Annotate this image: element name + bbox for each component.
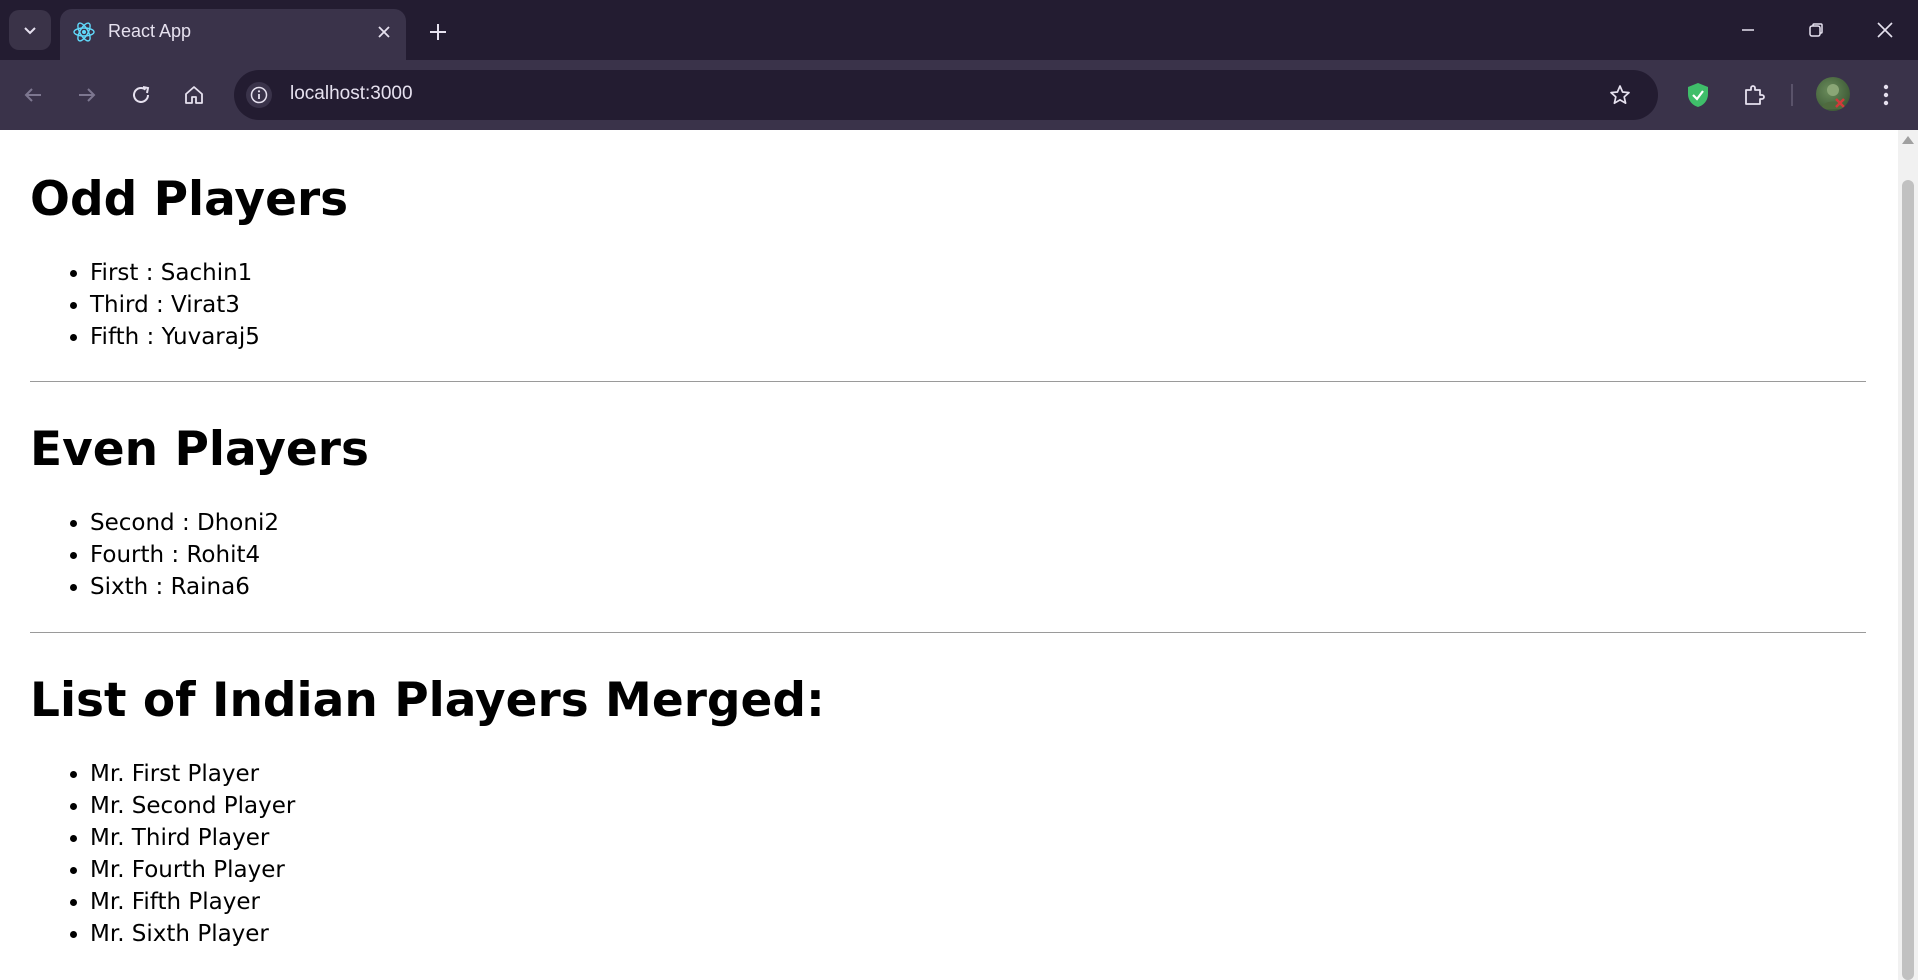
list-item: Sixth : Raina6 (90, 571, 1866, 603)
list-item: Mr. Second Player (90, 790, 1866, 822)
list-item: Second : Dhoni2 (90, 507, 1866, 539)
list-item: Mr. Sixth Player (90, 918, 1866, 950)
odd-players-list: First : Sachin1 Third : Virat3 Fifth : Y… (30, 257, 1866, 353)
address-bar[interactable]: localhost:3000 (234, 70, 1658, 120)
restore-button[interactable] (1796, 14, 1836, 46)
close-icon (378, 26, 390, 38)
even-players-list: Second : Dhoni2 Fourth : Rohit4 Sixth : … (30, 507, 1866, 603)
list-item: Mr. Third Player (90, 822, 1866, 854)
info-icon (250, 86, 268, 104)
home-button[interactable] (176, 77, 212, 113)
chevron-down-icon (24, 27, 36, 35)
avatar-image (1821, 84, 1845, 109)
restore-icon (1809, 23, 1823, 37)
profile-avatar[interactable] (1816, 77, 1850, 111)
toolbar-divider (1791, 84, 1793, 106)
section-divider (30, 381, 1866, 382)
list-item: Fifth : Yuvaraj5 (90, 321, 1866, 353)
scrollbar-thumb[interactable] (1902, 180, 1914, 980)
list-item: First : Sachin1 (90, 257, 1866, 289)
merged-players-section: List of Indian Players Merged: Mr. First… (30, 673, 1866, 950)
bookmark-button[interactable] (1606, 81, 1634, 109)
browser-menu-button[interactable] (1868, 77, 1904, 113)
tab-bar: React App (0, 0, 1918, 60)
list-item: Third : Virat3 (90, 289, 1866, 321)
extensions-button[interactable] (1736, 77, 1772, 113)
odd-players-heading: Odd Players (30, 172, 349, 227)
new-tab-button[interactable] (424, 18, 452, 46)
scroll-up-arrow-icon[interactable] (1902, 136, 1914, 144)
tab-title: React App (108, 21, 192, 41)
minimize-button[interactable] (1728, 14, 1768, 46)
vertical-scrollbar[interactable] (1898, 130, 1918, 980)
kebab-menu-icon (1883, 84, 1889, 106)
reload-icon (133, 86, 150, 103)
list-item: Mr. Fourth Player (90, 854, 1866, 886)
reload-button[interactable] (123, 77, 159, 113)
page-viewport: Odd Players First : Sachin1 Third : Vira… (0, 130, 1898, 980)
merged-players-heading: List of Indian Players Merged: (30, 673, 825, 728)
browser-toolbar: localhost:3000 (0, 60, 1918, 130)
even-players-section: Even Players Second : Dhoni2 Fourth : Ro… (30, 422, 1866, 603)
puzzle-icon (1745, 85, 1765, 105)
shield-extension-button[interactable] (1680, 77, 1716, 113)
forward-button[interactable] (69, 77, 105, 113)
window-close-button[interactable] (1865, 14, 1905, 46)
list-item: Mr. Fifth Player (90, 886, 1866, 918)
list-item: Mr. First Player (90, 758, 1866, 790)
close-icon (1877, 22, 1893, 38)
url-text[interactable]: localhost:3000 (290, 83, 413, 105)
list-item: Fourth : Rohit4 (90, 539, 1866, 571)
arrow-left-icon (24, 88, 41, 102)
browser-tab[interactable]: React App (60, 9, 406, 60)
even-players-heading: Even Players (30, 422, 369, 477)
tab-search-button[interactable] (9, 10, 51, 50)
home-icon (185, 86, 203, 104)
shield-check-icon (1688, 83, 1708, 107)
arrow-right-icon (79, 88, 96, 102)
plus-icon (430, 24, 446, 40)
react-icon (73, 22, 95, 42)
merged-players-list: Mr. First Player Mr. Second Player Mr. T… (30, 758, 1866, 950)
odd-players-section: Odd Players First : Sachin1 Third : Vira… (30, 172, 1866, 353)
section-divider (30, 632, 1866, 633)
back-button[interactable] (15, 77, 51, 113)
minimize-icon (1742, 29, 1754, 31)
star-icon (1610, 85, 1630, 105)
site-info-button[interactable] (246, 82, 272, 108)
tab-close-button[interactable] (372, 20, 396, 44)
